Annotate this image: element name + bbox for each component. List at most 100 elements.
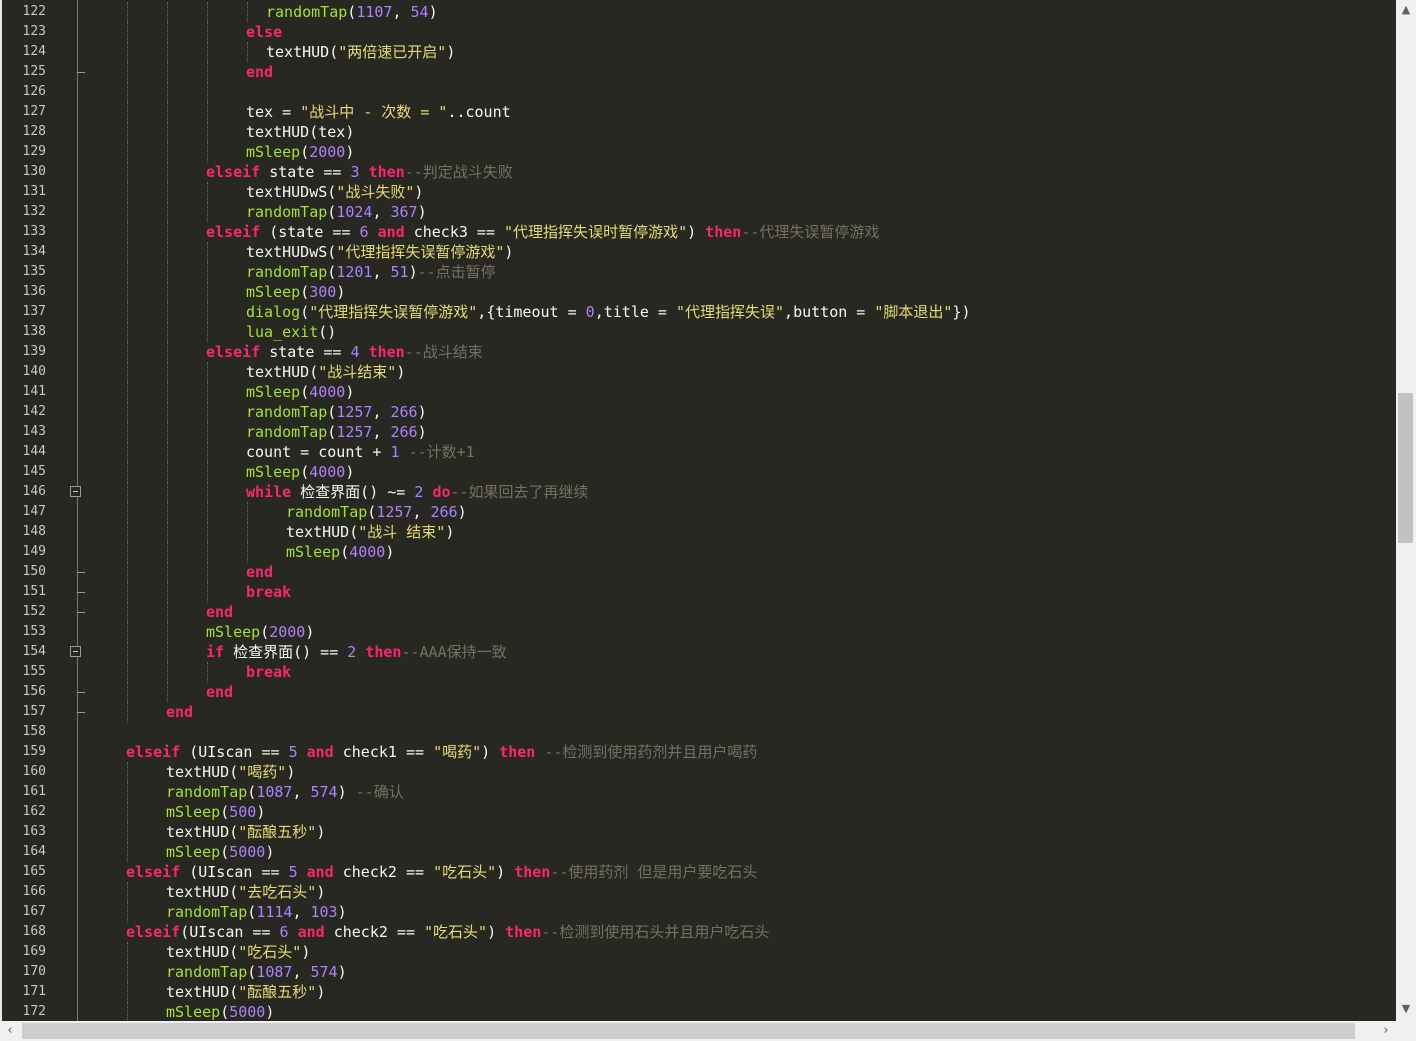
code-line[interactable]: textHUDwS("战斗失败") bbox=[246, 182, 423, 202]
code-token: mSleep bbox=[246, 463, 301, 481]
line-number: 157 bbox=[22, 704, 46, 719]
code-token: 2000 bbox=[309, 143, 346, 161]
code-token: (state == bbox=[260, 223, 360, 241]
vertical-scroll-thumb[interactable] bbox=[1398, 393, 1413, 544]
code-line[interactable]: elseif state == 4 then--战斗结束 bbox=[206, 342, 483, 362]
code-line[interactable]: mSleep(300) bbox=[246, 282, 345, 302]
fold-collapse-icon[interactable] bbox=[70, 646, 81, 657]
code-line[interactable]: end bbox=[246, 62, 273, 82]
code-line[interactable]: textHUD(tex) bbox=[246, 122, 354, 142]
code-line[interactable]: elseif (state == 6 and check3 == "代理指挥失误… bbox=[206, 222, 879, 242]
code-token: , bbox=[292, 903, 311, 921]
code-line[interactable]: textHUD("酝酿五秒") bbox=[166, 822, 325, 842]
indent-guide bbox=[207, 502, 209, 522]
code-line[interactable]: elseif (UIscan == 5 and check1 == "喝药") … bbox=[126, 742, 757, 762]
code-line[interactable]: textHUD("酝酿五秒") bbox=[166, 982, 325, 1002]
code-line[interactable]: break bbox=[246, 662, 291, 682]
code-line[interactable]: mSleep(5000) bbox=[166, 1002, 274, 1021]
code-token: randomTap bbox=[266, 3, 348, 21]
code-token: textHUD( bbox=[166, 763, 239, 781]
code-token: ) bbox=[496, 863, 515, 881]
code-line[interactable]: textHUDwS("代理指挥失误暂停游戏") bbox=[246, 242, 513, 262]
scroll-up-icon[interactable]: ▲ bbox=[1396, 0, 1416, 20]
code-line[interactable]: elseif (UIscan == 5 and check2 == "吃石头")… bbox=[126, 862, 757, 882]
code-line[interactable]: count = count + 1 --计数+1 bbox=[246, 442, 475, 462]
scroll-left-icon[interactable]: ‹ bbox=[0, 1021, 20, 1041]
code-line[interactable]: randomTap(1087, 574) bbox=[166, 962, 347, 982]
code-token: 500 bbox=[229, 803, 257, 821]
code-token: ) bbox=[316, 983, 326, 1001]
code-line[interactable]: textHUD("两倍速已开启") bbox=[266, 42, 455, 62]
fold-end-marker bbox=[77, 712, 85, 713]
scroll-right-icon[interactable]: › bbox=[1376, 1021, 1396, 1041]
code-token: 1087 bbox=[256, 963, 293, 981]
code-token: "代理指挥失误时暂停游戏" bbox=[504, 223, 688, 241]
code-line[interactable]: randomTap(1257, 266) bbox=[246, 422, 427, 442]
code-line[interactable]: elseif state == 3 then--判定战斗失败 bbox=[206, 162, 513, 182]
code-line[interactable]: lua_exit() bbox=[246, 322, 336, 342]
code-line[interactable]: randomTap(1257, 266) bbox=[286, 502, 467, 522]
code-token: then bbox=[514, 863, 551, 881]
code-line[interactable]: randomTap(1201, 51)--点击暂停 bbox=[246, 262, 496, 282]
code-line[interactable]: mSleep(2000) bbox=[246, 142, 354, 162]
code-line[interactable]: randomTap(1257, 266) bbox=[246, 402, 427, 422]
code-line[interactable]: textHUD("吃石头") bbox=[166, 942, 310, 962]
code-token: 5 bbox=[288, 743, 298, 761]
code-line[interactable]: break bbox=[246, 582, 291, 602]
code-token: elseif bbox=[206, 343, 261, 361]
code-line[interactable]: mSleep(4000) bbox=[246, 382, 354, 402]
vertical-scrollbar[interactable]: ▲ ▼ bbox=[1396, 0, 1416, 1021]
code-token: 103 bbox=[310, 903, 338, 921]
code-token: ) bbox=[385, 543, 395, 561]
horizontal-scrollbar[interactable]: ‹ › bbox=[0, 1021, 1396, 1041]
indent-guide bbox=[127, 682, 129, 702]
code-line[interactable]: mSleep(500) bbox=[166, 802, 265, 822]
code-token: ) bbox=[446, 43, 456, 61]
code-line[interactable]: else bbox=[246, 22, 282, 42]
code-line[interactable]: elseif(UIscan == 6 and check2 == "吃石头") … bbox=[126, 922, 769, 942]
code-line[interactable]: end bbox=[246, 562, 273, 582]
code-line[interactable]: tex = "战斗中 - 次数 = "..count bbox=[246, 102, 511, 122]
fold-collapse-icon[interactable] bbox=[70, 486, 81, 497]
code-line[interactable]: textHUD("去吃石头") bbox=[166, 882, 325, 902]
code-token: ( bbox=[327, 203, 337, 221]
code-token: ( bbox=[300, 283, 310, 301]
code-line[interactable]: textHUD("战斗 结束") bbox=[286, 522, 454, 542]
code-token: ) bbox=[428, 3, 438, 21]
line-number: 153 bbox=[22, 624, 46, 639]
code-line[interactable]: end bbox=[206, 682, 233, 702]
fold-end-marker bbox=[77, 72, 85, 73]
indent-guide bbox=[207, 422, 209, 442]
code-token: 4000 bbox=[349, 543, 386, 561]
code-token: , bbox=[372, 263, 391, 281]
code-line[interactable]: dialog("代理指挥失误暂停游戏",{timeout = 0,title =… bbox=[246, 302, 970, 322]
code-line[interactable]: mSleep(4000) bbox=[246, 462, 354, 482]
code-editor[interactable]: 122 123 124 125 126 127 128 129 130 131 132 133 134 1… bbox=[0, 0, 1396, 1021]
code-line[interactable]: mSleep(4000) bbox=[286, 542, 394, 562]
code-token: count = count + bbox=[246, 443, 391, 461]
code-token: ) bbox=[265, 1003, 275, 1021]
code-line[interactable]: textHUD("战斗结束") bbox=[246, 362, 405, 382]
code-token: ) bbox=[408, 263, 418, 281]
code-token: ) bbox=[301, 943, 311, 961]
code-token: ( bbox=[300, 383, 310, 401]
code-area[interactable]: randomTap(1107, 54) else textHUD("两倍速已开启")… bbox=[86, 0, 1396, 1021]
code-line[interactable]: textHUD("喝药") bbox=[166, 762, 295, 782]
scroll-down-icon[interactable]: ▼ bbox=[1396, 999, 1416, 1019]
code-line[interactable]: randomTap(1024, 367) bbox=[246, 202, 427, 222]
code-line[interactable]: randomTap(1107, 54) bbox=[266, 2, 438, 22]
horizontal-scroll-thumb[interactable] bbox=[22, 1023, 1355, 1039]
code-line[interactable]: mSleep(5000) bbox=[166, 842, 274, 862]
code-line[interactable]: end bbox=[206, 602, 233, 622]
code-token: "喝药" bbox=[238, 763, 287, 781]
code-line[interactable]: randomTap(1114, 103) bbox=[166, 902, 347, 922]
code-line[interactable]: if 检查界面() == 2 then--AAA保持一致 bbox=[206, 642, 507, 662]
code-token: 5000 bbox=[229, 1003, 266, 1021]
code-line[interactable]: mSleep(2000) bbox=[206, 622, 314, 642]
code-line[interactable]: randomTap(1087, 574) --确认 bbox=[166, 782, 404, 802]
code-token: end bbox=[166, 703, 194, 721]
code-line[interactable]: while 检查界面() ~= 2 do--如果回去了再继续 bbox=[246, 482, 589, 502]
indent-guide bbox=[127, 342, 129, 362]
code-token: ) bbox=[417, 403, 427, 421]
code-line[interactable]: end bbox=[166, 702, 193, 722]
